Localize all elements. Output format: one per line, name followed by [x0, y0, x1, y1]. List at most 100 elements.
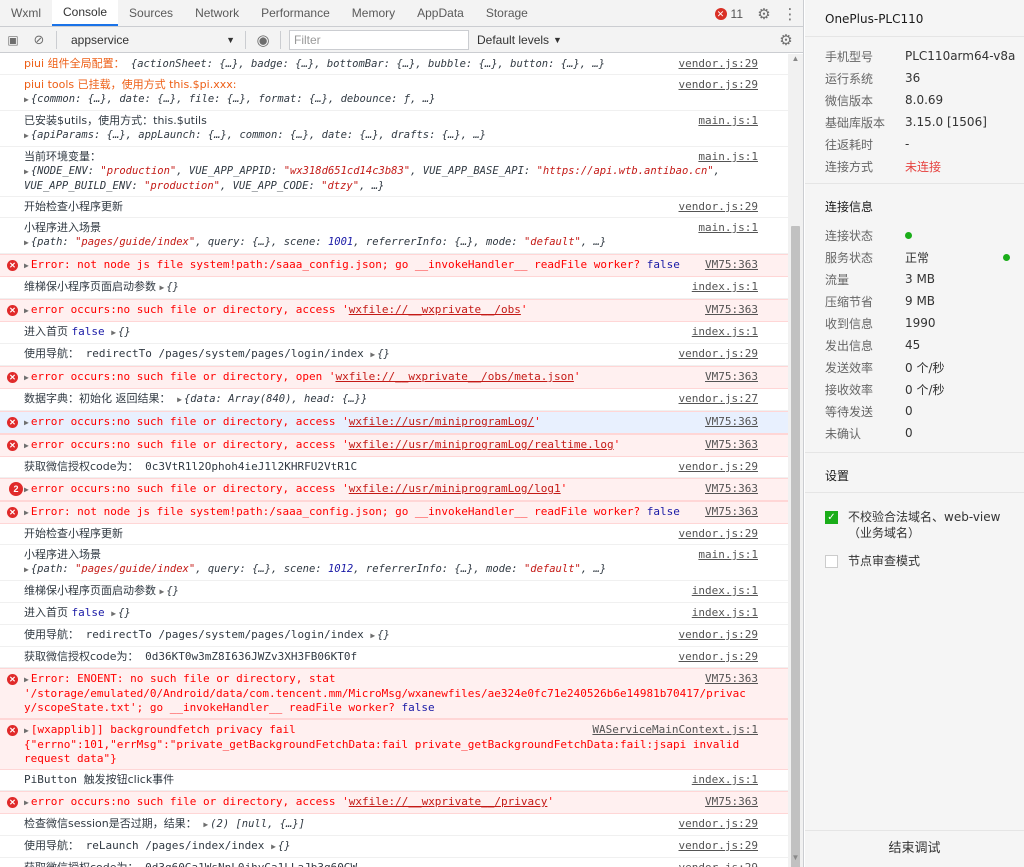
source-link[interactable]: index.js:1: [692, 584, 758, 598]
source-link[interactable]: index.js:1: [692, 280, 758, 294]
console-log-row[interactable]: 已安装$utils，使用方式：this.$utils ▶ {apiParams: …: [0, 111, 788, 147]
console-log-row[interactable]: 当前环境变量： ▶ {NODE_ENV: "production", VUE_AP…: [0, 147, 788, 197]
tab-storage[interactable]: Storage: [475, 0, 539, 26]
console-scrollbar[interactable]: ▲ ▼: [788, 54, 803, 867]
scroll-up-icon[interactable]: ▲: [788, 54, 803, 68]
source-link[interactable]: vendor.js:27: [679, 392, 758, 406]
console-log-row[interactable]: 维梯保小程序页面启动参数 ▶{} index.js:1: [0, 277, 788, 299]
console-log-row[interactable]: 数据字典：初始化 返回结果： ▶ {data: Array(840), head:…: [0, 389, 788, 411]
console-error-row[interactable]: ✕ ▶ error occurs:no such file or directory…: [0, 434, 788, 457]
source-link[interactable]: VM75:363: [705, 415, 758, 429]
console-log-row[interactable]: 开始检查小程序更新 vendor.js:29: [0, 197, 788, 218]
source-link[interactable]: vendor.js:29: [679, 861, 758, 867]
source-link[interactable]: vendor.js:29: [679, 200, 758, 214]
gear-icon[interactable]: ⚙: [751, 1, 777, 27]
console-error-row[interactable]: 2 ▶ error occurs:no such file or directory…: [0, 478, 788, 501]
setting-checkbox[interactable]: [825, 555, 838, 568]
connection-section: 连接信息 连接状态 服务状态 正常 流量 3 MB 压缩节省 9 MB 收到信息 1990 发出信…: [805, 184, 1024, 453]
source-link[interactable]: main.js:1: [698, 114, 758, 128]
source-link[interactable]: VM75:363: [705, 303, 758, 317]
info-row: 微信版本 8.0.69: [805, 89, 1024, 111]
log-levels-select[interactable]: Default levels ▼: [477, 33, 562, 47]
source-link[interactable]: index.js:1: [692, 606, 758, 620]
console-error-row[interactable]: ✕ ▶ error occurs:no such file or directory…: [0, 299, 788, 322]
source-link[interactable]: vendor.js:29: [679, 460, 758, 474]
source-link[interactable]: vendor.js:29: [679, 78, 758, 92]
console-error-row[interactable]: ✕ ▶ error occurs:no such file or directory…: [0, 366, 788, 389]
clear-console-icon[interactable]: ⊘: [26, 27, 52, 53]
console-log-row[interactable]: 获取微信授权code为： 0c3VtR1l2Ophoh4ieJ1l2KHRFU2…: [0, 457, 788, 478]
info-value: -: [905, 137, 910, 151]
console-log-row[interactable]: PiButton 触发按钮click事件 index.js:1: [0, 770, 788, 791]
info-key: 接收效率: [825, 382, 874, 397]
scroll-down-icon[interactable]: ▼: [788, 853, 803, 867]
console-log-row[interactable]: 维梯保小程序页面启动参数 ▶{} index.js:1: [0, 581, 788, 603]
console-log-row[interactable]: 获取微信授权code为： 0d36KT0w3mZ8I636JWZv3XH3FB0…: [0, 647, 788, 668]
source-link[interactable]: vendor.js:29: [679, 839, 758, 853]
source-link[interactable]: vendor.js:29: [679, 650, 758, 664]
source-link[interactable]: main.js:1: [698, 150, 758, 164]
console-log-row[interactable]: 小程序进入场景 ▶ {path: "pages/guide/index", que…: [0, 545, 788, 581]
console-log-row[interactable]: piui 组件全局配置： {actionSheet: {…}, badge: {…: [0, 54, 788, 75]
source-link[interactable]: VM75:363: [705, 258, 758, 272]
filter-input[interactable]: [289, 29, 469, 50]
console-log-row[interactable]: 进入首页 false ▶{} index.js:1: [0, 603, 788, 625]
console-log-row[interactable]: 检查微信session是否过期，结果： ▶ (2) [null, {…}] vend…: [0, 814, 788, 836]
source-link[interactable]: vendor.js:29: [679, 817, 758, 831]
console-output: piui 组件全局配置： {actionSheet: {…}, badge: {…: [0, 54, 788, 867]
console-log-row[interactable]: 进入首页 false ▶{} index.js:1: [0, 322, 788, 344]
scrollbar-thumb[interactable]: [791, 226, 800, 867]
tab-memory[interactable]: Memory: [341, 0, 406, 26]
tab-network[interactable]: Network: [184, 0, 250, 26]
source-link[interactable]: VM75:363: [705, 482, 758, 496]
setting-label: 节点审查模式: [848, 554, 921, 568]
tab-sources[interactable]: Sources: [118, 0, 184, 26]
source-link[interactable]: main.js:1: [698, 221, 758, 235]
console-error-row[interactable]: ✕ ▶ error occurs:no such file or directory…: [0, 791, 788, 814]
console-log-row[interactable]: piui tools 已挂载，使用方式 this.$pi.xxx: ▶ {comm…: [0, 75, 788, 111]
console-log-row[interactable]: 使用导航： reLaunch /pages/index/index ▶{} ven…: [0, 836, 788, 858]
gear-icon[interactable]: ⚙: [773, 27, 799, 53]
info-row: 等待发送 0: [805, 400, 1024, 422]
source-link[interactable]: vendor.js:29: [679, 347, 758, 361]
console-error-row[interactable]: ✕ ▶ Error: ENOENT: no such file or directo…: [0, 668, 788, 719]
source-link[interactable]: VM75:363: [705, 795, 758, 809]
end-debug-button[interactable]: 结束调试: [805, 830, 1024, 867]
console-log-row[interactable]: 使用导航： redirectTo /pages/system/pages/log…: [0, 344, 788, 366]
error-icon: ✕: [7, 417, 18, 428]
tab-wxml[interactable]: Wxml: [0, 0, 52, 26]
setting-option[interactable]: 节点审查模式: [805, 553, 1024, 569]
source-link[interactable]: index.js:1: [692, 325, 758, 339]
source-link[interactable]: vendor.js:29: [679, 57, 758, 71]
source-link[interactable]: vendor.js:29: [679, 628, 758, 642]
tab-console[interactable]: Console: [52, 0, 119, 26]
sidebar-toggle-icon[interactable]: ▣: [0, 27, 26, 53]
setting-checkbox[interactable]: ✓: [825, 511, 838, 524]
error-counter[interactable]: ✕ 11: [707, 7, 751, 21]
console-error-row[interactable]: ✕ ▶ [wxapplib]] backgroundfetch privacy fa…: [0, 719, 788, 770]
console-error-row[interactable]: ✕ ▶ error occurs:no such file or directory…: [0, 411, 788, 434]
tab-list: Wxml Console Sources Network Performance Memo…: [0, 0, 539, 26]
source-link[interactable]: VM75:363: [705, 438, 758, 452]
eye-icon[interactable]: ◉: [250, 27, 276, 53]
console-log-row[interactable]: 开始检查小程序更新 vendor.js:29: [0, 524, 788, 545]
source-link[interactable]: vendor.js:29: [679, 527, 758, 541]
source-link[interactable]: VM75:363: [705, 505, 758, 519]
source-link[interactable]: main.js:1: [698, 548, 758, 562]
console-error-row[interactable]: ✕ ▶ Error: not node js file system!path:/s…: [0, 254, 788, 277]
source-link[interactable]: VM75:363: [705, 370, 758, 384]
tab-appdata[interactable]: AppData: [406, 0, 475, 26]
console-error-row[interactable]: ✕ ▶ Error: not node js file system!path:/s…: [0, 501, 788, 524]
context-select[interactable]: appservice ▼: [65, 30, 241, 50]
setting-option[interactable]: ✓ 不校验合法域名、web-view（业务域名）: [805, 509, 1024, 541]
console-log-row[interactable]: 获取微信授权code为： 0d3q60Ga1WsNnL0jhyGa1LLaJb3…: [0, 858, 788, 867]
tab-performance[interactable]: Performance: [250, 0, 341, 26]
source-link[interactable]: VM75:363: [705, 672, 758, 686]
source-link[interactable]: index.js:1: [692, 773, 758, 787]
devtools-pane: Wxml Console Sources Network Performance Memo…: [0, 0, 804, 867]
console-log-row[interactable]: 小程序进入场景 ▶ {path: "pages/guide/index", que…: [0, 218, 788, 254]
console-log-row[interactable]: 使用导航： redirectTo /pages/system/pages/log…: [0, 625, 788, 647]
source-link[interactable]: WAServiceMainContext.js:1: [592, 723, 758, 737]
more-vert-icon[interactable]: ⋮: [777, 1, 803, 27]
info-row: 收到信息 1990: [805, 312, 1024, 334]
